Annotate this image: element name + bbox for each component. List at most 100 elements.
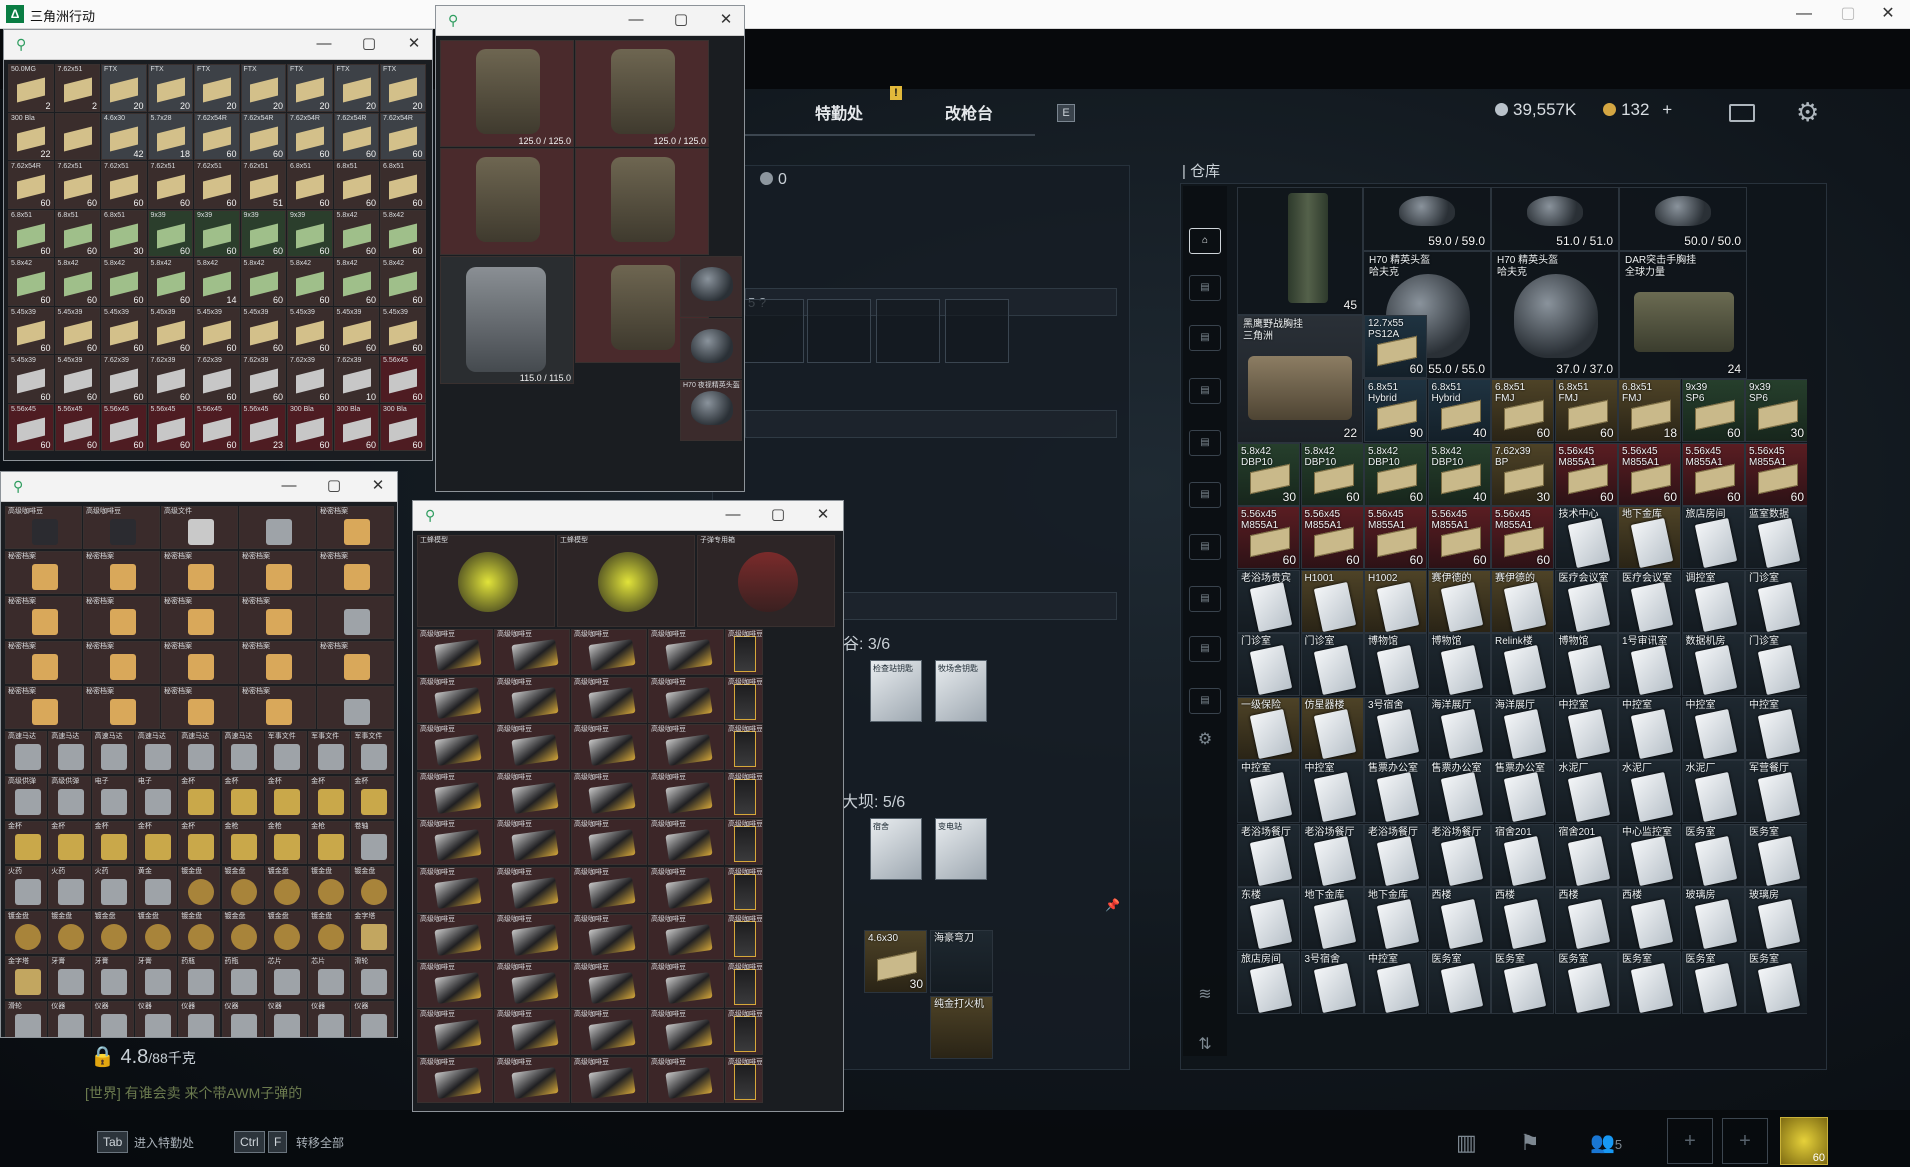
ammo-box[interactable]: 5.45x39 60 bbox=[380, 306, 426, 354]
ammo-box[interactable]: 6.8x51 60 bbox=[333, 161, 379, 209]
valuable-item[interactable]: 秘密档案 bbox=[161, 596, 238, 639]
warehouse-keycard[interactable]: 售票办公室 bbox=[1427, 760, 1491, 823]
valuable-item[interactable]: 高速马达 bbox=[5, 731, 48, 774]
warehouse-keycard[interactable]: 宿舍201 bbox=[1554, 823, 1618, 887]
coffee-bag-item[interactable]: 高级咖啡豆 bbox=[725, 629, 763, 675]
valuable-item[interactable]: 芯片 bbox=[264, 956, 308, 999]
valuable-item[interactable]: 镀金盘 bbox=[221, 911, 264, 954]
warehouse-tab-icon[interactable]: ▤ bbox=[1189, 534, 1221, 560]
ammo-box[interactable]: 7.62x51 2 bbox=[54, 64, 100, 112]
coffee-bean-item[interactable]: 高级咖啡豆 bbox=[648, 866, 724, 913]
ammo-box[interactable]: 5.56x45 60 bbox=[194, 403, 240, 451]
warehouse-ammo[interactable]: 5.56x45 M855A1 60 bbox=[1491, 506, 1554, 569]
ammo-box[interactable]: 5.45x39 60 bbox=[147, 306, 193, 354]
coffee-bean-item[interactable]: 高级咖啡豆 bbox=[494, 771, 570, 818]
coffee-bag-item[interactable]: 高级咖啡豆 bbox=[725, 961, 763, 1008]
valuable-item[interactable]: 滑轮 bbox=[5, 1001, 48, 1037]
ammo-box[interactable]: 5.8x42 60 bbox=[333, 209, 379, 257]
valuable-item[interactable]: 金字塔 bbox=[351, 911, 394, 954]
equip-slot[interactable] bbox=[876, 299, 940, 363]
coffee-bean-item[interactable]: 高级咖啡豆 bbox=[417, 1056, 493, 1103]
valuable-item[interactable]: 仪器 bbox=[351, 1001, 394, 1037]
valuable-item[interactable]: 秘密档案 bbox=[83, 686, 160, 729]
warehouse-keycard[interactable]: 博物馆 bbox=[1427, 633, 1491, 696]
warehouse-keycard[interactable]: 调控室 bbox=[1681, 569, 1745, 633]
coffee-bean-item[interactable]: 高级咖啡豆 bbox=[494, 961, 570, 1008]
valuable-item[interactable]: 高速马达 bbox=[48, 731, 91, 774]
valuable-item[interactable]: 仪器 bbox=[91, 1001, 134, 1037]
coffee-bag-item[interactable]: 高级咖啡豆 bbox=[725, 866, 763, 913]
warehouse-keycard[interactable]: 老浴场餐厅 bbox=[1300, 823, 1364, 887]
mail-icon[interactable] bbox=[1729, 104, 1755, 122]
valuable-item[interactable]: 药瓶 bbox=[221, 956, 264, 999]
ammo-box[interactable]: 6.8x51 30 bbox=[101, 209, 147, 257]
ammo-box[interactable]: FTX 20 bbox=[287, 64, 333, 112]
ammo-box[interactable]: 5.45x39 60 bbox=[54, 355, 100, 403]
valuable-item[interactable]: 镀金盘 bbox=[91, 911, 134, 954]
ammo-box[interactable]: FTX 20 bbox=[333, 64, 379, 112]
warehouse-keycard[interactable]: 西楼 bbox=[1618, 887, 1681, 950]
coffee-bean-item[interactable]: 高级咖啡豆 bbox=[417, 819, 493, 865]
warehouse-keycard[interactable]: 西楼 bbox=[1554, 887, 1618, 950]
warehouse-tab-icon[interactable]: ▤ bbox=[1189, 275, 1221, 301]
coffee-bean-item[interactable]: 高级咖啡豆 bbox=[494, 914, 570, 960]
coffee-bean-item[interactable]: 高级咖啡豆 bbox=[571, 1009, 647, 1055]
pin-icon[interactable]: ⚲ bbox=[448, 12, 458, 29]
warehouse-keycard[interactable]: H1001 bbox=[1300, 569, 1364, 633]
coffee-bean-item[interactable]: 高级咖啡豆 bbox=[417, 629, 493, 675]
valuable-item[interactable]: 秘密档案 bbox=[83, 596, 160, 639]
warehouse-ammo[interactable]: 6.8x51 FMJ 60 bbox=[1491, 379, 1554, 442]
warehouse-tab-icon[interactable]: ▤ bbox=[1189, 688, 1221, 714]
ammo-box[interactable]: 5.45x39 60 bbox=[54, 306, 100, 354]
warehouse-tab-icon[interactable]: ▤ bbox=[1189, 430, 1221, 456]
ammo-box[interactable]: 7.62x51 60 bbox=[101, 161, 147, 209]
warehouse-keycard[interactable]: 宿舍201 bbox=[1491, 823, 1554, 887]
close-button[interactable]: ✕ bbox=[711, 9, 741, 33]
add-currency-button[interactable]: + bbox=[1662, 100, 1672, 119]
layers-icon[interactable]: ≋ bbox=[1189, 983, 1221, 1009]
warehouse-keycard[interactable]: 中控室 bbox=[1618, 696, 1681, 760]
warehouse-ammo[interactable]: 9x39 SP6 30 bbox=[1745, 379, 1807, 442]
valuable-item[interactable]: 金杯 bbox=[264, 776, 308, 819]
ammo-box[interactable]: 300 Bla 22 bbox=[8, 112, 54, 160]
coffee-bag-item[interactable]: 高级咖啡豆 bbox=[725, 819, 763, 865]
equip-slot[interactable] bbox=[740, 299, 804, 363]
valuable-item[interactable] bbox=[239, 506, 316, 549]
ammo-box[interactable]: 6.8x51 60 bbox=[8, 209, 54, 257]
warehouse-keycard[interactable]: 水泥厂 bbox=[1681, 760, 1745, 823]
ammo-box[interactable]: 5.8x42 60 bbox=[8, 258, 54, 306]
coffee-bean-item[interactable]: 高级咖啡豆 bbox=[494, 1056, 570, 1103]
add-squad-slot[interactable]: + bbox=[1667, 1118, 1713, 1164]
close-button[interactable]: ✕ bbox=[1868, 0, 1908, 29]
valuable-item[interactable]: 仪器 bbox=[48, 1001, 91, 1037]
valuable-item[interactable]: 仪器 bbox=[264, 1001, 308, 1037]
warehouse-ammo[interactable]: 5.56x45 M855A1 60 bbox=[1554, 442, 1618, 506]
ammo-box[interactable]: 9x39 60 bbox=[240, 209, 286, 257]
warehouse-keycard[interactable]: 医务室 bbox=[1681, 950, 1745, 1014]
warehouse-keycard[interactable]: 数据机房 bbox=[1681, 633, 1745, 696]
warehouse-ammo[interactable]: 5.56x45 M855A1 60 bbox=[1364, 506, 1427, 569]
coffee-bean-item[interactable]: 高级咖啡豆 bbox=[417, 724, 493, 770]
ammo-box[interactable]: 5.56x45 23 bbox=[240, 403, 286, 451]
warehouse-ammo[interactable]: 5.8x42 DBP10 30 bbox=[1237, 442, 1300, 506]
valuable-item[interactable]: 金杯 bbox=[178, 821, 221, 864]
warehouse-keycard[interactable]: 技术中心 bbox=[1554, 506, 1618, 569]
ammo-box[interactable]: 5.8x42 60 bbox=[380, 209, 426, 257]
valuable-item[interactable]: 高速马达 bbox=[91, 731, 134, 774]
warehouse-ammo[interactable]: 5.8x42 DBP10 60 bbox=[1300, 442, 1364, 506]
ammo-box[interactable]: 7.62x54R 60 bbox=[380, 112, 426, 160]
warehouse-tab-icon[interactable]: ▤ bbox=[1189, 586, 1221, 612]
valuable-item[interactable]: 金枪 bbox=[308, 821, 351, 864]
valuable-item[interactable]: 秘密档案 bbox=[5, 641, 82, 684]
ammo-box[interactable]: 5.56x45 60 bbox=[54, 403, 100, 451]
ammo-box[interactable]: 5.8x42 60 bbox=[240, 258, 286, 306]
ammo-box[interactable]: 7.62x39 10 bbox=[333, 355, 379, 403]
warehouse-keycard[interactable]: 旅店房间 bbox=[1681, 506, 1745, 569]
warehouse-keycard[interactable]: 医务室 bbox=[1491, 950, 1554, 1014]
ammo-box[interactable]: 300 Bla 60 bbox=[380, 403, 426, 451]
warehouse-keycard[interactable]: 3号宿舍 bbox=[1300, 950, 1364, 1014]
avatar[interactable]: 60 bbox=[1780, 1117, 1828, 1165]
warehouse-keycard[interactable]: 水泥厂 bbox=[1618, 760, 1681, 823]
valuable-item[interactable]: 芯片 bbox=[308, 956, 351, 999]
warehouse-tab-icon[interactable]: ▤ bbox=[1189, 378, 1221, 404]
